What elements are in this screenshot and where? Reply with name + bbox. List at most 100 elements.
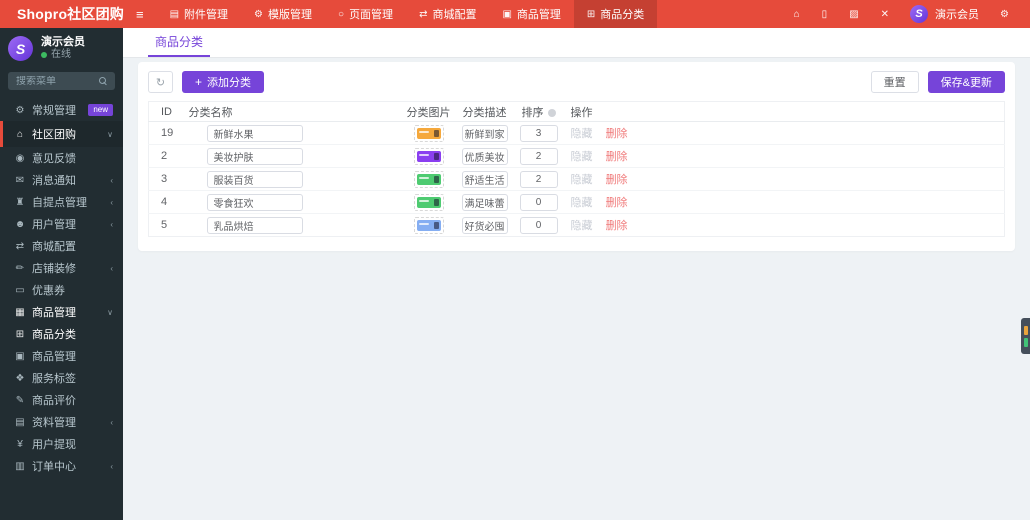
sort-help-icon[interactable]	[547, 108, 556, 117]
topnav-label: 附件管理	[184, 9, 229, 21]
chevron-left-icon: ‹	[110, 263, 113, 273]
category-desc-input[interactable]	[461, 147, 508, 165]
search-icon	[99, 77, 107, 85]
sidebar-item-service-tags[interactable]: ❖ 服务标签	[0, 367, 123, 389]
sort-input[interactable]	[519, 124, 558, 142]
home-icon[interactable]: ⌂	[783, 9, 811, 20]
category-image	[416, 196, 441, 208]
category-image-upload[interactable]	[413, 216, 444, 234]
delete-link[interactable]: 删除	[606, 151, 628, 163]
category-name-input[interactable]	[206, 170, 303, 188]
category-table: ID 分类名称 分类图片 分类描述 排序 操作 19 新鲜水果 新鲜到家 3 隐…	[148, 101, 1005, 237]
trash-icon[interactable]: ▯	[811, 9, 839, 20]
settings-icon[interactable]: ⚙	[989, 9, 1020, 20]
topnav-attachment-management[interactable]: ▤ 附件管理	[157, 0, 241, 28]
sidebar-item-pickup-point-management[interactable]: ♜ 自提点管理 ‹	[0, 191, 123, 213]
category-image	[416, 127, 441, 139]
topnav-template-management[interactable]: ⚙ 模版管理	[241, 0, 325, 28]
category-desc-input[interactable]	[461, 216, 508, 234]
sitemap-icon: ⊞	[15, 328, 25, 340]
topnav-product-management[interactable]: ▣ 商品管理	[489, 0, 573, 28]
sidebar-item-order-center[interactable]: ▥ 订单中心 ‹	[0, 455, 123, 477]
sidebar-item-shop-decoration[interactable]: ✏ 店铺装修 ‹	[0, 257, 123, 279]
sidebar-item-product-review[interactable]: ✎ 商品评价	[0, 389, 123, 411]
topbar-right: ⌂ ▯ ▨ ✕ S 演示会员 ⚙	[783, 0, 1030, 28]
category-image	[416, 173, 441, 185]
category-image-upload[interactable]	[413, 170, 444, 188]
brush-icon: ✏	[15, 262, 25, 274]
sidebar-item-message-notification[interactable]: ✉ 消息通知 ‹	[0, 169, 123, 191]
feedback-icon: ◉	[15, 152, 25, 164]
bag-icon: ▣	[502, 8, 512, 20]
bag-icon: ▣	[15, 350, 25, 362]
sidebar-item-user-withdrawal[interactable]: ¥ 用户提现	[0, 433, 123, 455]
theme-panel-toggle[interactable]	[1021, 318, 1030, 354]
sidebar-item-coupon[interactable]: ▭ 优惠券	[0, 279, 123, 301]
sort-input[interactable]	[519, 170, 558, 188]
row-id: 4	[148, 190, 189, 214]
sitemap-icon: ⊞	[586, 8, 596, 20]
menu-search-input[interactable]	[16, 75, 99, 87]
category-image-upload[interactable]	[413, 124, 444, 142]
hide-link[interactable]: 隐藏	[571, 174, 593, 186]
category-image-upload[interactable]	[413, 147, 444, 165]
chevron-left-icon: ‹	[110, 175, 113, 185]
hide-link[interactable]: 隐藏	[571, 197, 593, 209]
sidebar-item-product-management[interactable]: ▦ 商品管理 ∨	[0, 301, 123, 323]
sidebar-item-general-management[interactable]: ⚙ 常规管理 new	[0, 99, 123, 121]
chevron-down-icon: ∨	[107, 307, 113, 317]
topbar-nav: ≡ ▤ 附件管理 ⚙ 模版管理 ○ 页面管理 ⇄ 商城配置 ▣ 商品管理 ⊞ 商…	[123, 0, 658, 28]
sidebar-user-panel[interactable]: S 演示会员 在线	[0, 28, 123, 67]
table-row: 5 隐藏 删除	[149, 214, 1005, 237]
add-category-button[interactable]: + 添加分类	[182, 71, 265, 93]
topnav-mall-config[interactable]: ⇄ 商城配置	[406, 0, 489, 28]
category-name-input[interactable]	[206, 193, 303, 211]
category-name-input[interactable]	[206, 216, 303, 234]
topbar: Shopro社区团购 ≡ ▤ 附件管理 ⚙ 模版管理 ○ 页面管理 ⇄ 商城配置…	[0, 0, 1030, 28]
sort-input[interactable]	[519, 147, 558, 165]
table-header-row: ID 分类名称 分类图片 分类描述 排序 操作	[148, 101, 1005, 122]
category-name-input[interactable]	[206, 124, 303, 142]
hide-link[interactable]: 隐藏	[571, 220, 593, 232]
hide-link[interactable]: 隐藏	[571, 128, 593, 140]
sort-input[interactable]	[519, 216, 558, 234]
category-desc-input[interactable]	[461, 193, 508, 211]
user-menu[interactable]: S 演示会员	[900, 5, 989, 23]
sidebar-item-community-group-buy[interactable]: ⌂ 社区团购 ∨	[0, 121, 123, 147]
sidebar-item-data-management[interactable]: ▤ 资料管理 ‹	[0, 411, 123, 433]
main-content: 商品分类 ↻ + 添加分类 重置 保存&更新 ID 分类名称 分类图片 分类描述…	[123, 28, 1030, 520]
sidebar-item-mall-config[interactable]: ⇄ 商城配置	[0, 235, 123, 257]
category-image-upload[interactable]	[413, 193, 444, 211]
ticket-icon: ▭	[15, 284, 25, 296]
table-row: 4 隐藏 删除	[148, 190, 1005, 214]
hide-link[interactable]: 隐藏	[571, 151, 593, 163]
sidebar-item-feedback[interactable]: ◉ 意见反馈	[0, 147, 123, 169]
topnav-product-category[interactable]: ⊞ 商品分类	[573, 0, 658, 28]
chevron-down-icon: ∨	[107, 129, 113, 139]
category-name-input[interactable]	[206, 147, 303, 165]
delete-link[interactable]: 删除	[606, 220, 628, 232]
chevron-left-icon: ‹	[110, 417, 113, 427]
delete-link[interactable]: 删除	[606, 197, 628, 209]
category-desc-input[interactable]	[461, 124, 508, 142]
sidebar-item-product-category[interactable]: ⊞ 商品分类	[0, 323, 123, 345]
fullscreen-icon[interactable]: ✕	[870, 9, 900, 20]
sidebar-item-product-management-sub[interactable]: ▣ 商品管理	[0, 345, 123, 367]
tab-product-category[interactable]: 商品分类	[148, 28, 211, 57]
file-icon: ▤	[169, 8, 180, 20]
header-id: ID	[148, 101, 189, 122]
delete-link[interactable]: 删除	[606, 174, 628, 186]
category-desc-input[interactable]	[461, 170, 508, 188]
hamburger-icon[interactable]: ≡	[123, 0, 157, 28]
reset-button[interactable]: 重置	[870, 71, 919, 93]
user-name: 演示会员	[935, 9, 980, 21]
sort-input[interactable]	[519, 193, 558, 211]
topnav-page-management[interactable]: ○ 页面管理	[325, 0, 406, 28]
home-icon: ⌂	[16, 128, 24, 140]
delete-link[interactable]: 删除	[606, 128, 628, 140]
save-update-button[interactable]: 保存&更新	[927, 71, 1005, 93]
sidebar-item-user-management[interactable]: ☻ 用户管理 ‹	[0, 213, 123, 235]
toolbar: ↻ + 添加分类 重置 保存&更新	[148, 71, 1005, 93]
refresh-button[interactable]: ↻	[148, 71, 173, 93]
refresh-icon[interactable]: ▨	[838, 9, 869, 20]
